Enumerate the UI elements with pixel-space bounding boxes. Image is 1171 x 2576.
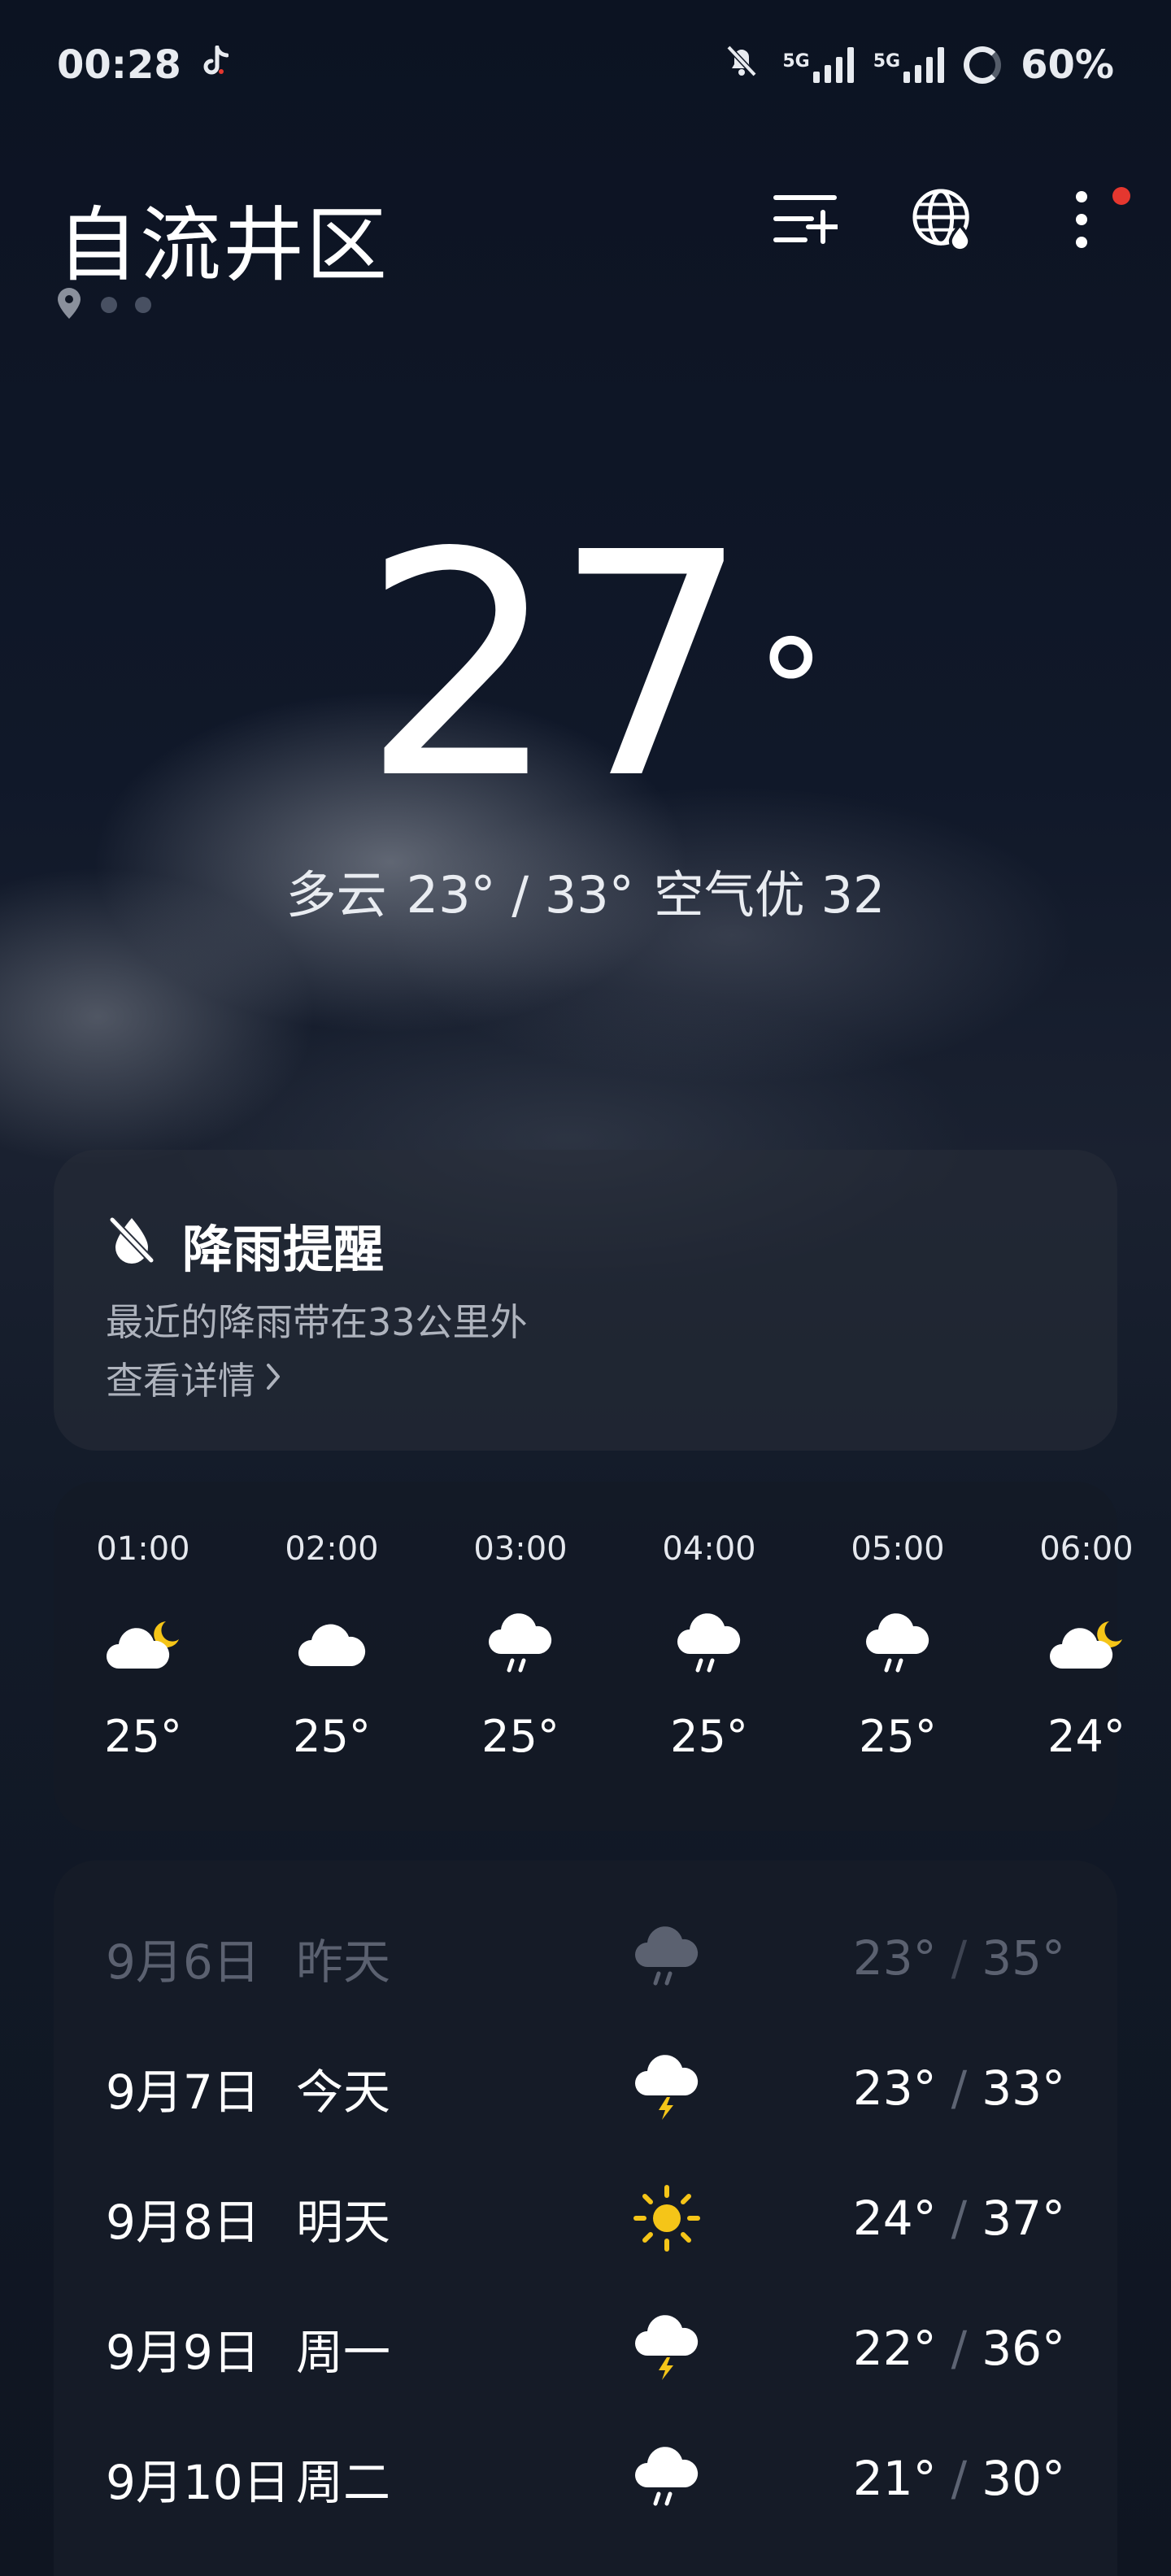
hour-time: 06:00 bbox=[1039, 1530, 1134, 1568]
hour-temp: 25° bbox=[859, 1711, 937, 1762]
chevron-right-icon bbox=[265, 1356, 281, 1400]
current-temperature: 27° bbox=[0, 512, 1171, 821]
signal-strength-1: 5G bbox=[782, 47, 854, 83]
day-label: 今天 bbox=[296, 2065, 391, 2120]
day-low: 23° bbox=[852, 2060, 937, 2116]
day-date: 9月6日 bbox=[106, 1934, 260, 1990]
notification-dot bbox=[1112, 187, 1130, 205]
hour-temp: 25° bbox=[670, 1711, 748, 1762]
signal-strength-2: 5G bbox=[873, 47, 945, 83]
page-dot bbox=[135, 297, 151, 313]
daily-row[interactable]: 9月10日 周二 21° / 30° bbox=[106, 2438, 1065, 2519]
rain-icon bbox=[803, 1600, 992, 1690]
day-label: 周一 bbox=[296, 2325, 391, 2380]
temp-range: 23° / 33° bbox=[406, 865, 634, 925]
status-time: 00:28 bbox=[57, 42, 181, 88]
rain-icon bbox=[426, 1600, 615, 1690]
day-date: 9月10日 bbox=[106, 2455, 290, 2510]
add-city-icon[interactable] bbox=[773, 187, 838, 252]
day-high: 30° bbox=[982, 2451, 1065, 2506]
day-date: 9月8日 bbox=[106, 2195, 260, 2250]
day-temp-range: 21° / 30° bbox=[853, 2451, 1065, 2506]
globe-rain-icon[interactable] bbox=[911, 187, 976, 252]
battery-level: 60% bbox=[1021, 42, 1114, 88]
day-temp-range: 24° / 37° bbox=[853, 2191, 1065, 2246]
page-dot bbox=[101, 297, 117, 313]
hour-time: 05:00 bbox=[851, 1530, 945, 1568]
degree-symbol: ° bbox=[756, 611, 825, 772]
range-separator: / bbox=[951, 2060, 968, 2116]
city-name[interactable]: 自流井区 bbox=[57, 179, 389, 297]
hour-temp: 24° bbox=[1047, 1711, 1125, 1762]
battery-icon bbox=[964, 46, 1002, 84]
day-high: 33° bbox=[982, 2060, 1065, 2116]
day-high: 37° bbox=[982, 2191, 1065, 2246]
hour-time: 01:00 bbox=[96, 1530, 190, 1568]
cloud-icon bbox=[237, 1600, 426, 1690]
hourly-item: 04:00 25° bbox=[615, 1530, 803, 1762]
day-date: 9月7日 bbox=[106, 2065, 260, 2120]
location-pin-icon bbox=[55, 286, 83, 324]
rain-off-icon bbox=[106, 1213, 158, 1277]
day-low: 24° bbox=[852, 2191, 937, 2246]
day-high: 36° bbox=[982, 2321, 1065, 2376]
range-separator: / bbox=[951, 2191, 968, 2246]
thunderstorm-icon bbox=[618, 2055, 716, 2121]
day-temp-range: 23°/35° bbox=[853, 1930, 1065, 1986]
rain-alert-header: 降雨提醒 bbox=[106, 1208, 384, 1281]
view-details-link[interactable]: 查看详情 bbox=[106, 1351, 281, 1405]
status-bar: 00:28 5G 5G 60% bbox=[57, 33, 1114, 98]
weather-summary: 多云 23° / 33° 空气优 32 bbox=[0, 854, 1171, 927]
daily-row[interactable]: 9月8日 明天 24° / 37° bbox=[106, 2178, 1065, 2259]
rain-icon bbox=[618, 2447, 716, 2510]
view-details-label: 查看详情 bbox=[106, 1359, 255, 1403]
range-separator: / bbox=[951, 1930, 968, 1986]
rain-icon bbox=[618, 1926, 716, 1990]
daily-row[interactable]: 9月7日 今天 23°/33° bbox=[106, 2047, 1065, 2129]
condition: 多云 bbox=[285, 865, 387, 925]
hourly-item: 03:00 25° bbox=[426, 1530, 615, 1762]
hour-time: 02:00 bbox=[285, 1530, 379, 1568]
rain-alert-card[interactable]: 降雨提醒 最近的降雨带在33公里外 查看详情 bbox=[54, 1150, 1117, 1451]
rain-icon bbox=[615, 1600, 803, 1690]
hour-temp: 25° bbox=[104, 1711, 182, 1762]
rain-alert-title: 降雨提醒 bbox=[182, 1220, 385, 1279]
day-temp-range: 22° / 36° bbox=[853, 2321, 1065, 2376]
sun-icon bbox=[618, 2184, 716, 2252]
daily-row[interactable]: 9月9日 周一 22° / 36° bbox=[106, 2308, 1065, 2389]
hour-temp: 25° bbox=[293, 1711, 371, 1762]
day-label: 明天 bbox=[296, 2195, 391, 2250]
day-label: 周二 bbox=[296, 2455, 391, 2510]
day-low: 22° bbox=[852, 2321, 937, 2376]
daily-row[interactable]: 9月6日 昨天 23°/35° bbox=[106, 1917, 1065, 1999]
page-indicator bbox=[55, 286, 151, 324]
day-label: 昨天 bbox=[296, 1934, 391, 1990]
day-temp-range: 23°/33° bbox=[853, 2060, 1065, 2116]
hourly-forecast[interactable]: 01:00 25° 02:00 25° 03:00 25° 04:00 25° 05:00 25°… bbox=[54, 1482, 1134, 1831]
hourly-item: 01:00 25° bbox=[49, 1530, 237, 1762]
partly-cloudy-night-icon bbox=[49, 1600, 237, 1690]
header-actions bbox=[773, 187, 1130, 252]
mute-bell-icon bbox=[720, 39, 763, 91]
hour-time: 03:00 bbox=[473, 1530, 568, 1568]
hourly-item: 06:00 24° bbox=[992, 1530, 1171, 1762]
day-high: 35° bbox=[982, 1930, 1065, 1986]
day-low: 21° bbox=[852, 2451, 937, 2506]
tiktok-notification-icon bbox=[201, 42, 229, 88]
range-separator: / bbox=[951, 2451, 968, 2506]
hourly-item: 05:00 25° bbox=[803, 1530, 992, 1762]
range-separator: / bbox=[951, 2321, 968, 2376]
hour-time: 04:00 bbox=[662, 1530, 756, 1568]
more-menu-icon[interactable] bbox=[1049, 187, 1130, 252]
day-date: 9月9日 bbox=[106, 2325, 260, 2380]
hour-temp: 25° bbox=[481, 1711, 559, 1762]
partly-cloudy-night-icon bbox=[992, 1600, 1171, 1690]
day-low: 23° bbox=[852, 1930, 937, 1986]
rain-alert-desc: 最近的降雨带在33公里外 bbox=[106, 1300, 528, 1344]
temp-value: 27 bbox=[361, 486, 751, 846]
thunderstorm-icon bbox=[618, 2315, 716, 2382]
air-quality[interactable]: 空气优 32 bbox=[654, 865, 886, 925]
daily-forecast[interactable]: 9月6日 昨天 23°/35° 9月7日 今天 23°/33° 9月8日 明天 24°/37° 9… bbox=[54, 1860, 1117, 2576]
hourly-item: 02:00 25° bbox=[237, 1530, 426, 1762]
